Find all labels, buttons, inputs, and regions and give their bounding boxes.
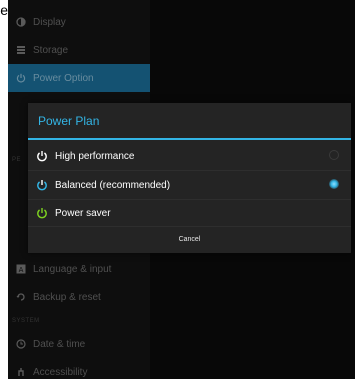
option-label: High performance — [55, 150, 135, 162]
option-balanced[interactable]: Balanced (recommended) — [28, 171, 351, 199]
option-label: Power saver — [55, 207, 111, 219]
dialog-title: Power Plan — [38, 114, 100, 128]
power-icon — [36, 150, 48, 162]
tablet-screen: Display Storage Power Option PE A Langua… — [8, 0, 355, 379]
power-icon — [36, 179, 48, 191]
cropped-edge-letter: e — [0, 2, 8, 18]
option-power-saver[interactable]: Power saver — [28, 199, 351, 227]
dialog-title-divider — [28, 138, 351, 140]
radio-button-selected[interactable] — [329, 179, 339, 189]
radio-button[interactable] — [329, 150, 339, 160]
option-label: Balanced (recommended) — [55, 179, 171, 191]
power-plan-dialog: Power Plan High performance Balanced (re… — [28, 103, 351, 253]
cancel-button[interactable]: Cancel — [28, 226, 351, 253]
option-high-performance[interactable]: High performance — [28, 142, 351, 170]
power-icon — [36, 207, 48, 219]
